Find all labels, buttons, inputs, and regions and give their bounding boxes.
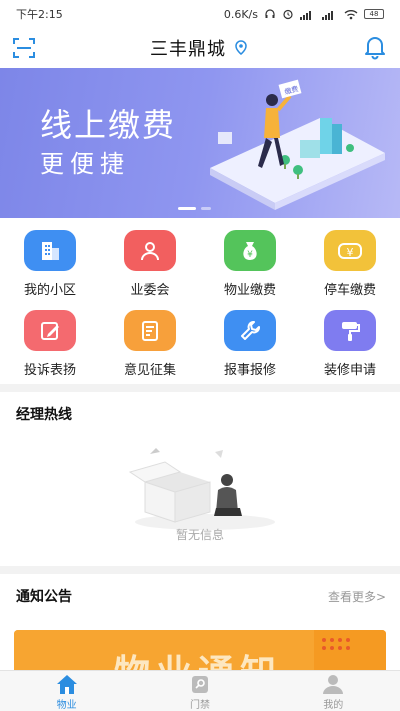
menu-label: 报事报修 [223,363,276,378]
headphone-icon [265,9,275,18]
section-title: 通知公告 [16,589,72,605]
paint-roller-icon [324,310,376,351]
building-icon [24,230,76,271]
notice-section: 通知公告 查看更多> 物业通知 [0,574,400,670]
user-icon [323,675,344,694]
signal-icon [300,10,311,20]
feature-grid: 我的小区 业委会 ¥ 物业缴费 ¥ 停车缴费 投诉表扬 意见征集 报事报修 装修… [0,218,400,384]
manager-hotline-section: 经理热线 暂无信息 [0,392,400,566]
key-icon [191,676,208,693]
notice-banner[interactable]: 物业通知 [14,630,386,670]
edit-icon [24,310,76,351]
battery-icon: 48 [364,9,384,19]
tab-label: 门禁 [189,700,210,711]
menu-label: 我的小区 [23,283,76,298]
people-icon [124,230,176,271]
tab-mine[interactable]: 我的 [267,671,400,711]
wrench-icon [224,310,276,351]
banner-dot-active[interactable] [178,207,196,210]
promo-banner[interactable]: 线上缴费 更便捷 缴费 [0,68,400,218]
home-icon [56,675,77,694]
tab-property[interactable]: 物业 [0,671,133,711]
tab-label: 我的 [323,700,344,711]
banner-dot[interactable] [201,207,211,210]
menu-label: 业委会 [130,283,170,298]
banner-pager [178,207,211,210]
menu-complaint[interactable]: 投诉表扬 [0,298,100,378]
menu-label: 投诉表扬 [23,363,76,378]
community-title[interactable]: 三丰鼎城 [150,35,226,61]
bottom-tab-bar: 物业 门禁 我的 [0,670,400,711]
signal-icon-2 [322,10,333,20]
menu-label: 停车缴费 [323,283,376,298]
banner-headline: 线上缴费 [40,106,177,144]
empty-state-text: 暂无信息 [175,528,224,542]
menu-owners-committee[interactable]: 业委会 [100,218,200,298]
form-icon [124,310,176,351]
menu-feedback[interactable]: 意见征集 [100,298,200,378]
svg-text:¥: ¥ [247,250,253,260]
money-bag-icon: ¥ [224,230,276,271]
notice-banner-text: 物业通知 [114,644,282,670]
menu-property-fee[interactable]: ¥ 物业缴费 [200,218,300,298]
svg-text:¥: ¥ [347,246,354,259]
wifi-icon [344,9,358,19]
alarm-icon [283,9,293,20]
menu-my-community[interactable]: 我的小区 [0,218,100,298]
status-indicators: 0.6K/s 48 [224,8,384,21]
empty-box-illustration [128,448,275,530]
banner-illustration: 缴费 [210,79,385,210]
section-title: 经理热线 [16,407,72,423]
status-time: 下午2:15 [16,8,63,21]
tab-label: 物业 [56,700,77,711]
car-yen-icon: ¥ [324,230,376,271]
bell-icon[interactable] [362,34,388,60]
scan-icon[interactable] [12,36,36,60]
menu-renovation[interactable]: 装修申请 [300,298,400,378]
menu-parking-fee[interactable]: ¥ 停车缴费 [300,218,400,298]
menu-label: 装修申请 [323,363,376,378]
status-bar: 下午2:15 0.6K/s 48 [0,0,400,28]
view-more-link[interactable]: 查看更多> [328,588,386,605]
banner-subline: 更便捷 [40,150,130,178]
menu-repair[interactable]: 报事报修 [200,298,300,378]
location-icon[interactable] [232,39,250,57]
network-speed: 0.6K/s [223,7,258,21]
tab-access[interactable]: 门禁 [133,671,266,711]
menu-label: 意见征集 [123,363,176,378]
menu-label: 物业缴费 [223,283,276,298]
app-header: 三丰鼎城 [0,28,400,68]
